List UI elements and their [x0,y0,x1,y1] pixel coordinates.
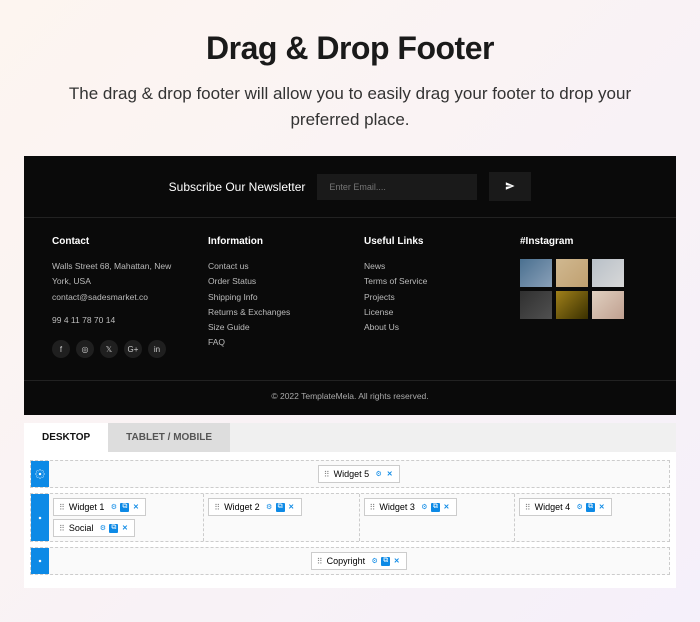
page-subtitle: The drag & drop footer will allow you to… [60,81,640,132]
useful-heading: Useful Links [364,236,492,247]
useful-link[interactable]: License [364,305,492,320]
builder-row: ⠿ Widget 5 ⚙✕ [30,460,670,488]
widget-label: Social [69,523,94,533]
gear-icon[interactable]: ⚙ [98,524,107,533]
widget-4[interactable]: ⠿ Widget 4 ⚙⧉✕ [519,498,612,516]
info-link[interactable]: Size Guide [208,320,336,335]
instagram-thumb[interactable] [520,259,552,287]
widget-label: Copyright [327,556,366,566]
widget-label: Widget 1 [69,502,105,512]
gear-icon[interactable]: ⚙ [109,503,118,512]
duplicate-icon[interactable]: ⧉ [109,524,118,533]
widget-label: Widget 4 [535,502,571,512]
close-icon[interactable]: ✕ [385,470,394,479]
info-link[interactable]: Shipping Info [208,290,336,305]
gear-icon[interactable]: ⚙ [370,557,379,566]
close-icon[interactable]: ✕ [131,503,140,512]
copyright-text: © 2022 TemplateMela. All rights reserved… [24,380,676,415]
close-icon[interactable]: ✕ [120,524,129,533]
gear-icon[interactable]: ⚙ [420,503,429,512]
drag-handle-icon[interactable]: ⠿ [214,503,220,512]
info-link[interactable]: FAQ [208,335,336,350]
footer-builder: DESKTOP TABLET / MOBILE ⠿Widget 5⚙✕ ⠿Wid… [24,423,676,588]
close-icon[interactable]: ✕ [597,503,606,512]
duplicate-icon[interactable]: ⧉ [381,557,390,566]
widget-3[interactable]: ⠿Widget 3 ⚙⧉✕ [364,498,457,516]
drag-handle-icon[interactable]: ⠿ [59,524,65,533]
page-title: Drag & Drop Footer [60,30,640,67]
information-heading: Information [208,236,336,247]
info-link[interactable]: Contact us [208,259,336,274]
row-settings-button[interactable] [31,461,49,487]
newsletter-label: Subscribe Our Newsletter [169,180,306,194]
duplicate-icon[interactable]: ⧉ [276,503,285,512]
close-icon[interactable]: ✕ [442,503,451,512]
facebook-icon[interactable]: f [52,340,70,358]
instagram-thumb[interactable] [520,291,552,319]
gear-icon[interactable]: ⚙ [575,503,584,512]
gear-icon[interactable]: ⚙ [265,503,274,512]
info-link[interactable]: Order Status [208,274,336,289]
drag-handle-icon[interactable]: ⠿ [324,470,330,479]
twitter-icon[interactable]: 𝕏 [100,340,118,358]
instagram-thumb[interactable] [556,291,588,319]
info-link[interactable]: Returns & Exchanges [208,305,336,320]
googleplus-icon[interactable]: G+ [124,340,142,358]
send-icon [505,181,515,191]
widget-2[interactable]: ⠿ Widget 2 ⚙⧉✕ [208,498,301,516]
contact-email: contact@sadesmarket.co [52,290,180,305]
instagram-thumb[interactable] [592,291,624,319]
drag-handle-icon[interactable]: ⠿ [525,503,531,512]
widget-5[interactable]: ⠿ Widget 5 ⚙✕ [318,465,400,483]
gear-icon[interactable]: ⚙ [374,470,383,479]
drag-handle-icon[interactable]: ⠿ [59,503,65,512]
instagram-thumb[interactable] [592,259,624,287]
useful-link[interactable]: About Us [364,320,492,335]
builder-row: ⠿Widget 1⚙⧉✕ ⠿Social⚙⧉✕ ⠿Widget 2⚙⧉✕ ⠿Wi… [30,493,670,542]
row-settings-button[interactable] [31,494,49,541]
linkedin-icon[interactable]: in [148,340,166,358]
widget-label: Widget 3 [379,502,415,512]
tab-desktop[interactable]: DESKTOP [24,423,108,452]
contact-heading: Contact [52,236,180,247]
duplicate-icon[interactable]: ⧉ [120,503,129,512]
useful-link[interactable]: Projects [364,290,492,305]
drag-handle-icon[interactable]: ⠿ [370,503,376,512]
close-icon[interactable]: ✕ [287,503,296,512]
widget-social[interactable]: ⠿ Social ⚙⧉✕ [53,519,135,537]
builder-row: ⠿ Copyright ⚙⧉✕ [30,547,670,575]
tab-tablet-mobile[interactable]: TABLET / MOBILE [108,423,230,452]
newsletter-submit-button[interactable] [489,172,531,201]
instagram-thumb[interactable] [556,259,588,287]
contact-phone: 99 4 11 78 70 14 [52,313,180,328]
newsletter-email-input[interactable] [317,174,477,200]
widget-1[interactable]: ⠿ Widget 1 ⚙⧉✕ [53,498,146,516]
duplicate-icon[interactable]: ⧉ [586,503,595,512]
footer-preview: Subscribe Our Newsletter Contact Walls S… [24,156,676,415]
useful-link[interactable]: Terms of Service [364,274,492,289]
widget-label: Widget 2 [224,502,260,512]
contact-address: Walls Street 68, Mahattan, New York, USA [52,259,180,290]
drag-handle-icon[interactable]: ⠿ [317,557,323,566]
instagram-heading: #Instagram [520,236,648,247]
widget-copyright[interactable]: ⠿ Copyright ⚙⧉✕ [311,552,407,570]
duplicate-icon[interactable]: ⧉ [431,503,440,512]
widget-label: Widget 5 [334,469,370,479]
useful-link[interactable]: News [364,259,492,274]
instagram-icon[interactable]: ◎ [76,340,94,358]
row-settings-button[interactable] [31,548,49,574]
close-icon[interactable]: ✕ [392,557,401,566]
